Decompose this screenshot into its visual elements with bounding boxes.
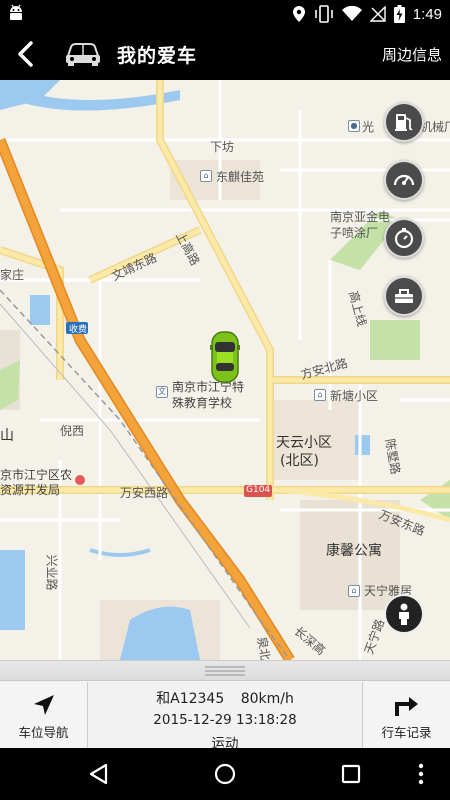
location-icon	[292, 6, 305, 22]
map-label: 倪西	[60, 424, 85, 438]
parking-navigation-button[interactable]: 车位导航	[0, 682, 88, 749]
school-poi-icon: 文	[156, 386, 168, 398]
map-label: 机械厂	[420, 120, 450, 134]
map-label: 康馨公寓	[326, 543, 382, 559]
map-label: 天云小区	[276, 435, 332, 451]
vibrate-icon	[314, 5, 333, 23]
wifi-icon	[341, 6, 362, 21]
overflow-menu-icon[interactable]	[414, 761, 428, 787]
map-label: 新塘小区	[330, 389, 379, 403]
toll-label: 收费	[69, 325, 88, 335]
panel-drag-handle[interactable]	[0, 661, 450, 681]
poi-icon: ⌂	[348, 585, 360, 597]
map-label: 下坊	[210, 140, 235, 154]
vehicle-speed: 80km/h	[240, 691, 294, 707]
back-arrow-icon[interactable]	[12, 39, 42, 69]
person-icon	[399, 603, 409, 625]
dashboard-button[interactable]	[384, 160, 424, 200]
timestamp: 2015-12-29 13:18:28	[153, 712, 297, 728]
page-title: 我的爱车	[117, 45, 198, 67]
vehicle-info-panel: 车位导航 和A12345 80km/h 2015-12-29 13:18:28 …	[0, 660, 450, 752]
driving-record-label: 行车记录	[381, 725, 432, 740]
stopwatch-icon	[394, 228, 414, 249]
repair-button[interactable]	[384, 276, 424, 316]
gas-pump-icon	[395, 114, 413, 131]
clock: 1:49	[412, 5, 442, 23]
map-label: (北区)	[280, 453, 319, 469]
map-label: 资源开发局	[0, 483, 61, 497]
map-label: 子喷涂厂	[330, 226, 379, 240]
navigation-arrow-icon	[33, 695, 54, 715]
map-label: 南京亚金电	[330, 210, 391, 224]
poi-icon: ⌂	[314, 389, 326, 401]
person-location-button[interactable]	[384, 594, 424, 634]
back-triangle-icon[interactable]	[86, 761, 112, 787]
map-label: 万安西路	[120, 486, 169, 500]
map-label: 家庄	[0, 268, 25, 282]
system-nav-bar	[0, 748, 450, 800]
map-label: 东麒佳苑	[216, 170, 265, 184]
android-icon	[10, 4, 22, 20]
map-label: 光	[362, 120, 375, 134]
highway-shield-label: G104	[246, 485, 271, 495]
turn-right-arrow-icon	[394, 697, 418, 716]
map-label: 兴业路	[44, 554, 59, 591]
vehicle-status: 和A12345 80km/h 2015-12-29 13:18:28 运动	[88, 682, 362, 752]
driving-record-button[interactable]: 行车记录	[362, 682, 450, 749]
recents-square-icon[interactable]	[338, 761, 364, 787]
car-location-marker[interactable]	[210, 330, 240, 384]
poi-icon: ●	[348, 120, 360, 132]
timer-button[interactable]	[384, 218, 424, 258]
speedometer-icon	[393, 174, 415, 186]
poi-icon: ⌂	[200, 170, 212, 182]
map-label: 山	[0, 428, 14, 444]
nearby-info-link[interactable]: 周边信息	[382, 44, 442, 65]
home-circle-icon[interactable]	[212, 761, 238, 787]
map-label: 殊教育学校	[172, 396, 233, 410]
car-icon	[66, 43, 100, 66]
map-view[interactable]: 下坊 ⌂ 东麒佳苑 文靖东路 上高路 南京亚金电 子喷涂厂 ● 光 机械厂 高上…	[0, 80, 450, 660]
status-bar: 1:49	[0, 0, 450, 27]
battery-charging-icon	[393, 5, 405, 23]
parking-navigation-label: 车位导航	[18, 725, 69, 740]
no-signal-icon	[369, 6, 386, 22]
app-header: 我的爱车 周边信息	[0, 27, 450, 80]
toolbox-icon	[395, 289, 413, 303]
gas-station-button[interactable]	[384, 102, 424, 142]
plate-number: 和A12345	[156, 691, 225, 707]
